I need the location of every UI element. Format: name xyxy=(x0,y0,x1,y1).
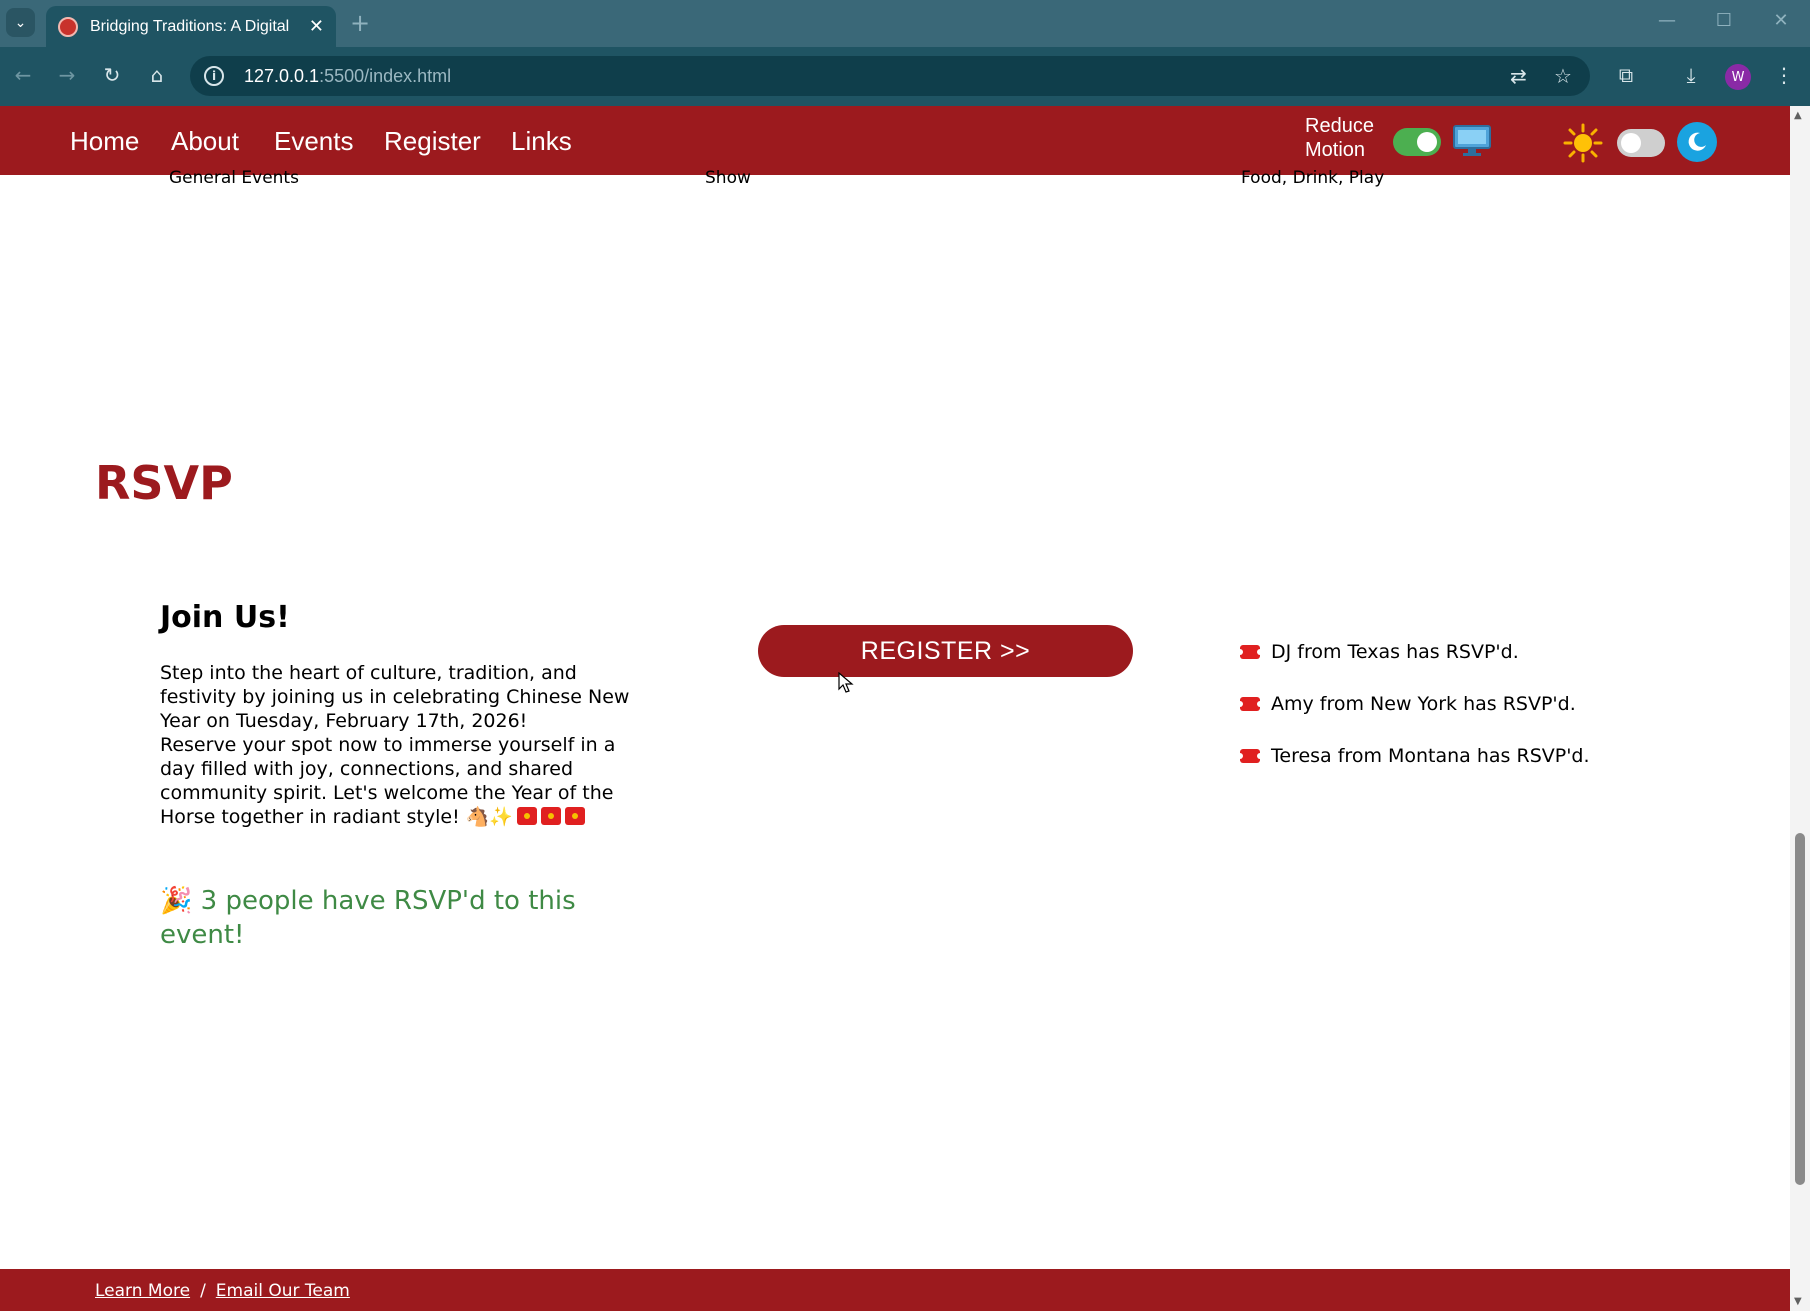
scroll-thumb[interactable] xyxy=(1795,833,1805,1185)
address-bar[interactable]: i 127.0.0.1:5500/index.html ⇄ ☆ xyxy=(190,56,1590,96)
scroll-up-icon[interactable]: ▲ xyxy=(1794,110,1802,121)
nav-link-about[interactable]: About xyxy=(171,126,239,157)
register-button[interactable]: REGISTER >> xyxy=(758,625,1133,677)
party-popper-icon: 🎉 xyxy=(160,886,193,916)
moon-icon xyxy=(1677,122,1717,162)
ticket-icon xyxy=(1237,697,1263,711)
nav-link-register[interactable]: Register xyxy=(384,126,481,157)
tab-close-icon[interactable]: ✕ xyxy=(309,16,324,37)
list-item: DJ from Texas has RSVP'd. xyxy=(1237,626,1590,678)
footer-links: Learn More / Email Our Team xyxy=(95,1281,350,1301)
tab-search-button[interactable]: ⌄ xyxy=(6,8,35,37)
join-text-reserve: Reserve your spot now to immerse yoursel… xyxy=(160,734,616,828)
list-item: Amy from New York has RSVP'd. xyxy=(1237,678,1590,730)
translate-icon[interactable]: ⇄ xyxy=(1510,64,1527,88)
dark-mode-toggle[interactable] xyxy=(1617,129,1665,157)
url-text: 127.0.0.1:5500/index.html xyxy=(244,65,452,86)
rsvp-count-message: 🎉 3 people have RSVP'd to this event! xyxy=(160,884,590,952)
rsvp-count-text: 3 people have RSVP'd to this event! xyxy=(160,886,576,950)
learn-more-link[interactable]: Learn More xyxy=(95,1281,190,1301)
reduce-motion-toggle[interactable] xyxy=(1393,128,1441,156)
browser-toolbar: ← → ↻ ⌂ i 127.0.0.1:5500/index.html ⇄ ☆ … xyxy=(0,47,1810,106)
nav-link-links[interactable]: Links xyxy=(511,126,572,157)
sun-icon xyxy=(1563,123,1603,163)
event-caption: Show xyxy=(705,168,751,188)
nav-link-home[interactable]: Home xyxy=(70,126,139,157)
forward-button[interactable]: → xyxy=(51,59,83,91)
browser-tabstrip: ⌄ Bridging Traditions: A Digital ✕ + — ☐… xyxy=(0,0,1810,47)
site-footer: Learn More / Email Our Team xyxy=(0,1269,1790,1311)
download-icon[interactable]: ⤓ xyxy=(1675,59,1707,91)
toggle-knob xyxy=(1621,133,1641,153)
maximize-button[interactable]: ☐ xyxy=(1704,10,1744,31)
join-us-description: Step into the heart of culture, traditio… xyxy=(160,661,650,829)
toggle-knob xyxy=(1417,132,1437,152)
red-envelope-icon xyxy=(565,807,586,825)
event-caption: Food, Drink, Play xyxy=(1241,168,1385,188)
site-info-icon[interactable]: i xyxy=(204,66,224,86)
event-caption: General Events xyxy=(169,168,299,188)
list-item: Teresa from Montana has RSVP'd. xyxy=(1237,730,1590,782)
rsvp-attendee-list: DJ from Texas has RSVP'd. Amy from New Y… xyxy=(1237,626,1590,782)
extensions-icon[interactable]: ⧉ xyxy=(1610,59,1642,91)
monitor-icon xyxy=(1453,125,1491,156)
tab-title: Bridging Traditions: A Digital xyxy=(90,17,290,35)
home-button[interactable]: ⌂ xyxy=(141,59,173,91)
join-text-intro: Step into the heart of culture, traditio… xyxy=(160,662,630,732)
bookmark-star-icon[interactable]: ☆ xyxy=(1554,64,1572,88)
rsvp-heading: RSVP xyxy=(95,456,233,510)
mouse-cursor-icon xyxy=(838,672,854,693)
reduce-motion-label: Reduce Motion xyxy=(1305,115,1374,161)
ticket-icon xyxy=(1237,749,1263,763)
browser-menu-icon[interactable]: ⋮ xyxy=(1768,59,1800,91)
footer-separator: / xyxy=(200,1281,206,1301)
site-header: Home About Events Register Links Reduce … xyxy=(0,106,1790,175)
scroll-down-icon[interactable]: ▼ xyxy=(1794,1296,1802,1307)
back-button[interactable]: ← xyxy=(7,59,39,91)
red-envelope-icon xyxy=(517,807,538,825)
minimize-button[interactable]: — xyxy=(1647,10,1687,31)
close-window-button[interactable]: ✕ xyxy=(1761,10,1801,31)
horse-sparkle-emoji: 🐴✨ xyxy=(465,806,514,828)
browser-tab-active[interactable]: Bridging Traditions: A Digital ✕ xyxy=(46,6,336,47)
ticket-icon xyxy=(1237,645,1263,659)
profile-avatar[interactable]: W xyxy=(1725,64,1751,90)
nav-link-events[interactable]: Events xyxy=(274,126,354,157)
site-favicon-icon xyxy=(58,16,78,37)
email-team-link[interactable]: Email Our Team xyxy=(216,1281,350,1301)
new-tab-button[interactable]: + xyxy=(350,10,370,36)
reload-button[interactable]: ↻ xyxy=(96,59,128,91)
page-scrollbar[interactable]: ▲ ▼ xyxy=(1790,106,1810,1311)
red-envelope-icon xyxy=(541,807,562,825)
join-us-title: Join Us! xyxy=(160,600,290,635)
